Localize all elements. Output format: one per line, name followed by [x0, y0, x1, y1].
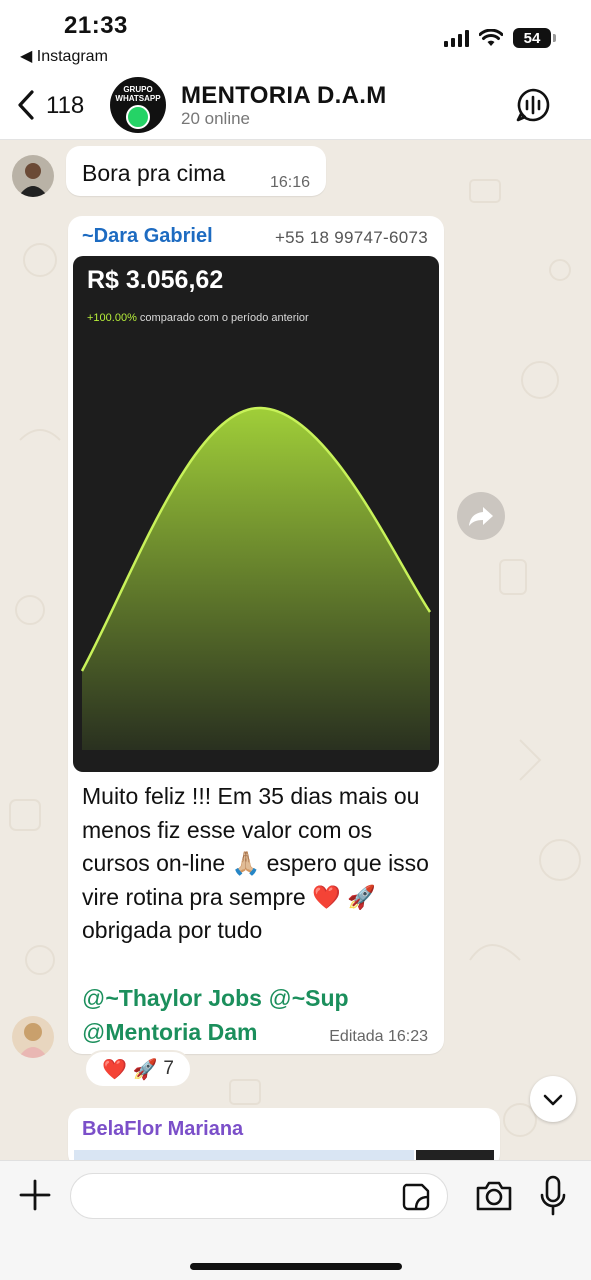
mention-at: @ — [82, 1018, 106, 1045]
reaction-count: 7 — [163, 1058, 174, 1079]
group-name[interactable]: MENTORIA D.A.M — [181, 82, 387, 110]
image-delta-text: comparado com o período anterior — [139, 312, 309, 324]
group-online-status: 20 online — [181, 109, 251, 128]
mention-link[interactable]: Mentoria Dam — [105, 1019, 257, 1045]
image-amount: R$ 3.056,62 — [87, 266, 224, 294]
home-indicator — [190, 1263, 402, 1270]
forward-button[interactable] — [457, 492, 505, 540]
voice-chat-icon[interactable] — [515, 87, 551, 123]
mention-link[interactable]: ~Thaylor Jobs — [105, 985, 262, 1011]
back-to-app-link[interactable]: ◀ Instagram — [20, 46, 108, 66]
group-avatar-text: GRUPO WHATSAPP — [115, 85, 161, 103]
status-icons: 54 — [444, 28, 556, 48]
reaction-emojis: ❤️ 🚀 — [102, 1058, 158, 1081]
plus-icon[interactable] — [17, 1177, 53, 1213]
message-time: 16:16 — [269, 174, 310, 191]
message-reactions[interactable]: ❤️ 🚀 7 — [84, 1050, 192, 1088]
chat-header: 118 GRUPO WHATSAPP MENTORIA D.A.M 20 onl… — [0, 70, 591, 140]
mention-at: @ — [268, 985, 292, 1011]
edited-time: Editada 16:23 — [329, 1028, 428, 1045]
camera-icon[interactable] — [474, 1178, 514, 1214]
chat-area[interactable]: Bora pra cima 16:16 ~Dara Gabriel +55 18… — [0, 140, 591, 1160]
signal-icon — [444, 29, 469, 47]
status-time: 21:33 — [64, 12, 128, 39]
chevron-down-icon — [543, 1094, 563, 1106]
whatsapp-logo-icon — [126, 105, 150, 129]
message-caption: Muito feliz !!! Em 35 dias mais ou menos… — [82, 783, 429, 943]
sticker-icon[interactable] — [400, 1181, 432, 1213]
back-chevron-icon[interactable] — [12, 88, 42, 122]
message-image-preview[interactable] — [74, 1150, 414, 1160]
mention-link[interactable]: ~Sup — [292, 985, 349, 1011]
message-bubble-with-image[interactable]: ~Dara Gabriel +55 18 99747-6073 R$ 3.056… — [68, 216, 444, 1054]
message-input-bar — [0, 1160, 591, 1280]
image-delta: +100.00% comparado com o período anterio… — [87, 312, 309, 324]
message-bubble[interactable]: Bora pra cima 16:16 — [66, 146, 326, 196]
sender-avatar[interactable] — [12, 1016, 54, 1058]
battery-icon: 54 — [513, 28, 556, 48]
mention-at: @ — [82, 985, 106, 1011]
message-input[interactable] — [70, 1173, 448, 1219]
sender-name[interactable]: BelaFlor Mariana — [82, 1118, 243, 1141]
sender-name[interactable]: ~Dara Gabriel — [82, 225, 213, 248]
unread-count[interactable]: 118 — [46, 92, 84, 120]
message-bubble[interactable]: BelaFlor Mariana — [68, 1108, 500, 1160]
earnings-chart-image — [80, 406, 432, 750]
sender-avatar[interactable] — [12, 155, 54, 197]
forward-arrow-icon — [469, 507, 493, 526]
message-image[interactable]: R$ 3.056,62 +100.00% comparado com o per… — [73, 256, 439, 772]
scroll-to-bottom-button[interactable] — [530, 1076, 576, 1122]
group-avatar[interactable]: GRUPO WHATSAPP — [110, 77, 166, 133]
microphone-icon[interactable] — [538, 1175, 568, 1217]
wifi-icon — [479, 29, 503, 46]
image-delta-percent: +100.00% — [87, 312, 137, 324]
sender-phone: +55 18 99747-6073 — [274, 228, 428, 247]
status-bar: 21:33 ◀ Instagram 54 — [0, 0, 591, 70]
message-image-preview[interactable] — [416, 1150, 494, 1160]
message-text: Bora pra cima — [82, 160, 226, 186]
